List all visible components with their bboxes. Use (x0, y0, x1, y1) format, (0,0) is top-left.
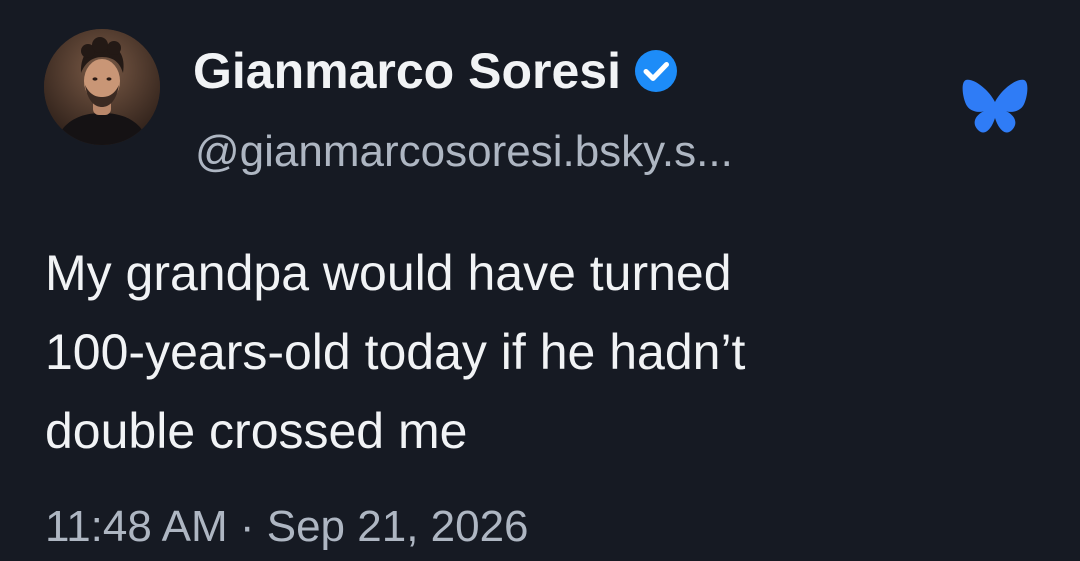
post-text: My grandpa would have turned 100-years-o… (45, 245, 746, 459)
person-portrait-icon (44, 29, 160, 145)
verified-badge-icon (634, 50, 677, 92)
author-display-name[interactable]: Gianmarco Soresi (193, 38, 621, 104)
post-card: Gianmarco Soresi @gianmarcosoresi.bsky.s… (0, 0, 1080, 561)
author-handle[interactable]: @gianmarcosoresi.bsky.s... (195, 122, 733, 182)
butterfly-icon[interactable] (962, 76, 1028, 136)
post-timestamp[interactable]: 11:48 AM · Sep 21, 2026 (45, 497, 529, 557)
author-name-row: Gianmarco Soresi (193, 38, 679, 104)
avatar[interactable] (44, 29, 160, 145)
